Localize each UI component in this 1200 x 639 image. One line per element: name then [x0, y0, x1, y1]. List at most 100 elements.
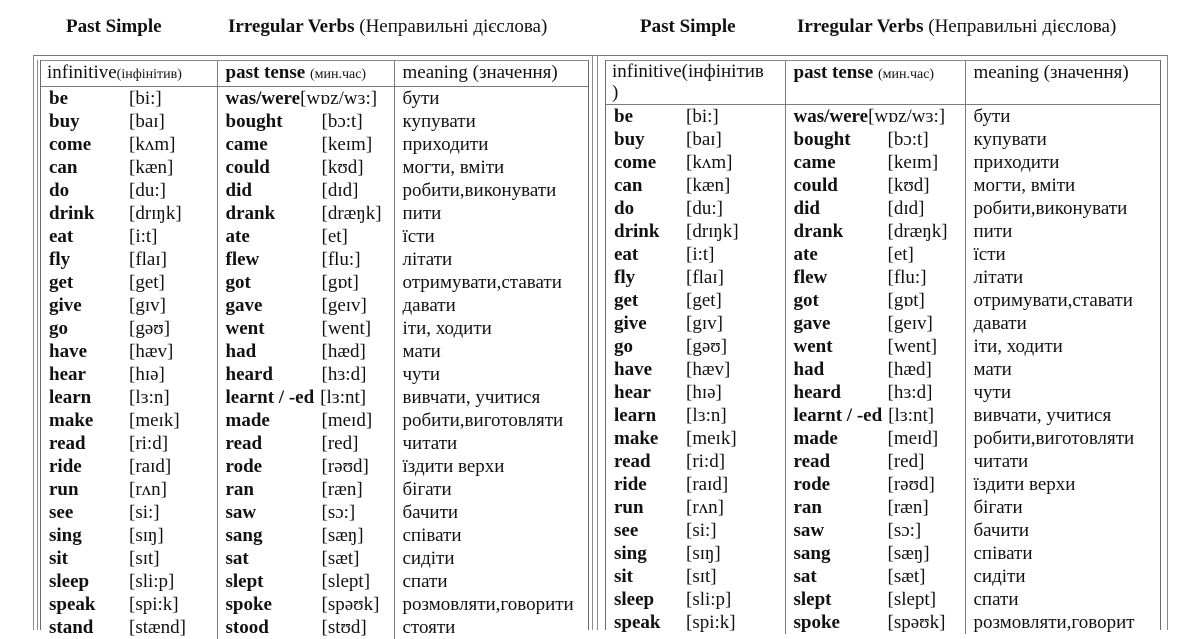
- verb-row: fly [flaɪ] flew [flu:] літати: [41, 248, 588, 271]
- past-tense-word: sat: [225, 548, 249, 569]
- past-tense-word: got: [225, 272, 251, 293]
- infinitive-word: can: [49, 157, 78, 178]
- infinitive-word: can: [614, 175, 643, 196]
- meaning-cell: робити,виконувати: [402, 180, 557, 201]
- meaning-cell: пити: [973, 221, 1013, 242]
- infinitive-transcription: [meɪk]: [686, 428, 737, 449]
- meaning-cell: пити: [402, 203, 442, 224]
- past-tense-word: ate: [793, 244, 818, 265]
- header-infinitive: infinitive(інфінітив): [41, 61, 218, 87]
- past-tense-word: went: [225, 318, 265, 339]
- past-tense-word: was/were: [793, 106, 869, 127]
- meaning-cell: бути: [402, 88, 440, 109]
- past-tense-word: could: [225, 157, 270, 178]
- past-tense-word: gave: [225, 295, 263, 316]
- infinitive-transcription: [sɪŋ]: [129, 525, 164, 546]
- infinitive-word: eat: [614, 244, 639, 265]
- past-tense-word: sang: [793, 543, 831, 564]
- past-tense-transcription: [sæt]: [321, 548, 360, 569]
- past-tense-cell: saw [sɔ:]: [785, 519, 966, 542]
- past-tense-word: ran: [793, 497, 823, 518]
- verb-row: drink [drɪŋk] drank [dræŋk] пити: [606, 220, 1160, 243]
- past-tense-cell: had [hæd]: [785, 358, 966, 381]
- verb-row: can [kæn] could [kʊd] могти, вміти: [41, 156, 588, 179]
- infinitive-transcription: [drɪŋk]: [686, 221, 739, 242]
- frame-left-outer: [33, 55, 34, 630]
- verb-row: hear [hɪə] heard [hɜ:d] чути: [606, 381, 1160, 404]
- meaning-cell: робити,виконувати: [973, 198, 1128, 219]
- past-tense-transcription: [keɪm]: [887, 152, 939, 173]
- past-tense-word: heard: [225, 364, 274, 385]
- past-tense-word: slept: [793, 589, 832, 610]
- infinitive-cell: sleep [sli:p]: [41, 570, 218, 593]
- past-tense-word: got: [793, 290, 819, 311]
- left-header-row: infinitive(інфінітив) past tense (мин.ча…: [41, 61, 588, 87]
- past-tense-transcription: [hɜ:d]: [321, 364, 367, 385]
- past-tense-transcription: [red]: [321, 433, 359, 454]
- past-tense-transcription: [bɔ:t]: [887, 129, 929, 150]
- past-tense-cell: bought [bɔ:t]: [785, 128, 966, 151]
- past-tense-word: had: [225, 341, 257, 362]
- infinitive-word: speak: [614, 612, 661, 633]
- past-tense-word: learnt / -ed: [793, 405, 883, 426]
- infinitive-cell: fly [flaɪ]: [41, 248, 218, 271]
- past-tense-word: learnt / -ed: [225, 387, 315, 408]
- infinitive-word: sing: [49, 525, 82, 546]
- past-tense-word: went: [793, 336, 833, 357]
- infinitive-word: see: [614, 520, 639, 541]
- right-title-irregular-verbs: Irregular Verbs (Неправильні дієслова): [797, 16, 1117, 37]
- infinitive-cell: get [get]: [41, 271, 218, 294]
- past-tense-transcription: [slept]: [887, 589, 937, 610]
- infinitive-word: drink: [49, 203, 95, 224]
- infinitive-word: have: [614, 359, 652, 380]
- verb-row: buy [baɪ] bought [bɔ:t] купувати: [41, 110, 588, 133]
- infinitive-word: give: [614, 313, 647, 334]
- meaning-cell: іти, ходити: [402, 318, 492, 339]
- infinitive-transcription: [bi:]: [129, 88, 162, 109]
- meaning-cell: стояти: [402, 617, 456, 638]
- past-tense-cell: made [meɪd]: [785, 427, 966, 450]
- past-tense-cell: flew [flu:]: [785, 266, 966, 289]
- infinitive-cell: make [meɪk]: [41, 409, 218, 432]
- past-tense-word: could: [793, 175, 838, 196]
- past-tense-transcription: [meɪd]: [887, 428, 939, 449]
- verb-row: get [get] got [gɒt] отримувати,ставати: [606, 289, 1160, 312]
- past-tense-cell: came [keɪm]: [785, 151, 966, 174]
- infinitive-cell: sing [sɪŋ]: [606, 542, 786, 565]
- infinitive-word: eat: [49, 226, 74, 247]
- past-tense-cell: gave [geɪv]: [217, 294, 395, 317]
- past-tense-cell: heard [hɜ:d]: [217, 363, 395, 386]
- meaning-cell: літати: [402, 249, 453, 270]
- past-tense-word: came: [793, 152, 836, 173]
- meaning-cell: спати: [402, 571, 448, 592]
- verb-row: speak [spi:k] spoke [spəʊk] розмовляти,говор…: [606, 611, 1160, 634]
- past-tense-cell: made [meɪd]: [217, 409, 395, 432]
- infinitive-cell: drink [drɪŋk]: [606, 220, 786, 243]
- verb-row: hear [hɪə] heard [hɜ:d] чути: [41, 363, 588, 386]
- past-tense-transcription: [ræn]: [321, 479, 363, 500]
- verb-row: buy [baɪ] bought [bɔ:t] купувати: [606, 128, 1160, 151]
- right-table-right-border: [1160, 60, 1161, 630]
- meaning-cell: співати: [973, 543, 1033, 564]
- verb-row: fly [flaɪ] flew [flu:] літати: [606, 266, 1160, 289]
- infinitive-transcription: [sɪŋ]: [686, 543, 721, 564]
- infinitive-transcription: [lɜ:n]: [129, 387, 170, 408]
- past-tense-word: did: [793, 198, 820, 219]
- past-tense-transcription: [lɜ:nt]: [888, 405, 935, 426]
- infinitive-transcription: [rʌn]: [129, 479, 167, 500]
- past-tense-word: flew: [793, 267, 828, 288]
- past-tense-word: slept: [225, 571, 264, 592]
- frame-middle-line-1: [592, 55, 593, 630]
- infinitive-transcription: [stænd]: [129, 617, 186, 638]
- past-tense-cell: ran [ræn]: [217, 478, 395, 501]
- infinitive-transcription: [du:]: [686, 198, 723, 219]
- verb-row: be [bi:] was/were[wɒz/wɜ:] бути: [606, 104, 1160, 128]
- past-tense-cell: rode [rəʊd]: [217, 455, 395, 478]
- past-tense-transcription: [gɒt]: [887, 290, 925, 311]
- infinitive-word: be: [614, 106, 633, 127]
- past-tense-transcription: [sæŋ]: [321, 525, 364, 546]
- infinitive-word: speak: [49, 594, 96, 615]
- meaning-cell: робити,виготовляти: [402, 410, 564, 431]
- verb-row: can [kæn] could [kʊd] могти, вміти: [606, 174, 1160, 197]
- past-tense-transcription: [lɜ:nt]: [320, 387, 367, 408]
